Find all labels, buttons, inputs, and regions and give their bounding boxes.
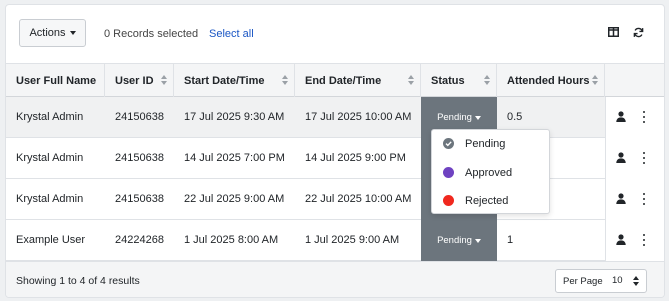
- column-header-user-id[interactable]: User ID: [105, 64, 174, 97]
- more-options-icon[interactable]: [642, 152, 646, 164]
- cell-user-id: 24150638: [115, 193, 164, 205]
- results-summary: Showing 1 to 4 of 4 results: [16, 275, 140, 287]
- cell-end-date: 22 Jul 2025 10:00 AM: [305, 193, 412, 205]
- table-footer: Showing 1 to 4 of 4 results Per Page 10: [6, 261, 664, 297]
- table-row[interactable]: Krystal Admin 24150638 14 Jul 2025 7:00 …: [6, 138, 664, 179]
- records-selected-count: 0 Records selected: [104, 28, 199, 40]
- cell-user-full-name: Krystal Admin: [16, 111, 84, 123]
- caret-down-icon: [69, 31, 76, 35]
- cell-start-date: 1 Jul 2025 8:00 AM: [184, 234, 279, 246]
- cell-user-full-name: Krystal Admin: [16, 193, 84, 205]
- columns-icon[interactable]: [606, 25, 620, 39]
- select-all-link[interactable]: Select all: [209, 28, 254, 40]
- actions-button[interactable]: Actions: [19, 19, 86, 47]
- cell-user-full-name: Krystal Admin: [16, 152, 84, 164]
- records-panel: Actions 0 Records selected Select all Us…: [5, 4, 665, 298]
- column-header-status[interactable]: Status: [421, 64, 497, 97]
- purple-dot-icon: [443, 167, 454, 178]
- cell-start-date: 22 Jul 2025 9:00 AM: [184, 193, 285, 205]
- row-actions: [605, 179, 664, 220]
- status-option-label: Approved: [465, 166, 513, 179]
- cell-attended-hours: 1: [507, 234, 514, 246]
- cell-status: Pending: [421, 220, 497, 261]
- cell-start-date: 17 Jul 2025 9:30 AM: [184, 111, 285, 123]
- more-options-icon[interactable]: [642, 234, 646, 246]
- caret-down-icon: [474, 115, 481, 120]
- status-option-pending[interactable]: Pending: [432, 130, 549, 157]
- row-actions: [605, 138, 664, 179]
- sort-icon: [592, 75, 598, 86]
- status-option-approved[interactable]: Approved: [432, 159, 549, 186]
- user-icon[interactable]: [616, 234, 626, 245]
- row-actions: [605, 97, 664, 138]
- per-page-select[interactable]: 10: [612, 275, 623, 286]
- refresh-icon[interactable]: [631, 25, 645, 39]
- toolbar: Actions 0 Records selected Select all: [6, 5, 664, 63]
- cell-user-id: 24150638: [115, 111, 164, 123]
- cell-end-date: 17 Jul 2025 10:00 AM: [305, 111, 412, 123]
- row-actions: [605, 220, 664, 261]
- per-page-label: Per Page: [563, 275, 603, 287]
- column-header-attended-hours[interactable]: Attended Hours: [497, 64, 605, 97]
- column-header-end-date[interactable]: End Date/Time: [295, 64, 421, 97]
- more-options-icon[interactable]: [642, 111, 646, 123]
- cell-user-id: 24224268: [115, 234, 164, 246]
- table-header: User Full Name User ID Start Date/Time E…: [6, 63, 664, 97]
- table-row[interactable]: Krystal Admin 24150638 22 Jul 2025 9:00 …: [6, 179, 664, 220]
- sort-icon: [161, 75, 167, 86]
- per-page-control: Per Page 10: [555, 269, 647, 293]
- cell-end-date: 1 Jul 2025 9:00 AM: [305, 234, 400, 246]
- status-dropdown-button[interactable]: Pending: [437, 112, 481, 123]
- caret-down-icon: [474, 238, 481, 243]
- status-option-label: Pending: [465, 137, 506, 150]
- column-header-user-full-name[interactable]: User Full Name: [6, 64, 105, 97]
- red-dot-icon: [443, 195, 454, 206]
- user-icon[interactable]: [616, 193, 626, 204]
- cell-start-date: 14 Jul 2025 7:00 PM: [184, 152, 285, 164]
- select-arrows-icon: [633, 276, 639, 287]
- user-icon[interactable]: [616, 111, 626, 122]
- status-dropdown-menu: Pending Approved Rejected: [431, 129, 550, 214]
- user-icon[interactable]: [616, 152, 626, 163]
- table-row[interactable]: Krystal Admin 24150638 17 Jul 2025 9:30 …: [6, 97, 664, 138]
- cell-end-date: 14 Jul 2025 9:00 PM: [305, 152, 406, 164]
- sort-icon: [408, 75, 414, 86]
- status-dropdown-button[interactable]: Pending: [437, 235, 481, 246]
- table-row[interactable]: Example User 24224268 1 Jul 2025 8:00 AM…: [6, 220, 664, 261]
- cell-user-full-name: Example User: [16, 234, 86, 246]
- check-circle-icon: [443, 138, 454, 149]
- column-header-start-date[interactable]: Start Date/Time: [174, 64, 295, 97]
- actions-button-label: Actions: [29, 27, 66, 39]
- status-option-label: Rejected: [465, 194, 509, 207]
- cell-user-id: 24150638: [115, 152, 164, 164]
- status-option-rejected[interactable]: Rejected: [432, 187, 549, 214]
- sort-icon: [282, 75, 288, 86]
- sort-icon: [484, 75, 490, 86]
- more-options-icon[interactable]: [642, 193, 646, 205]
